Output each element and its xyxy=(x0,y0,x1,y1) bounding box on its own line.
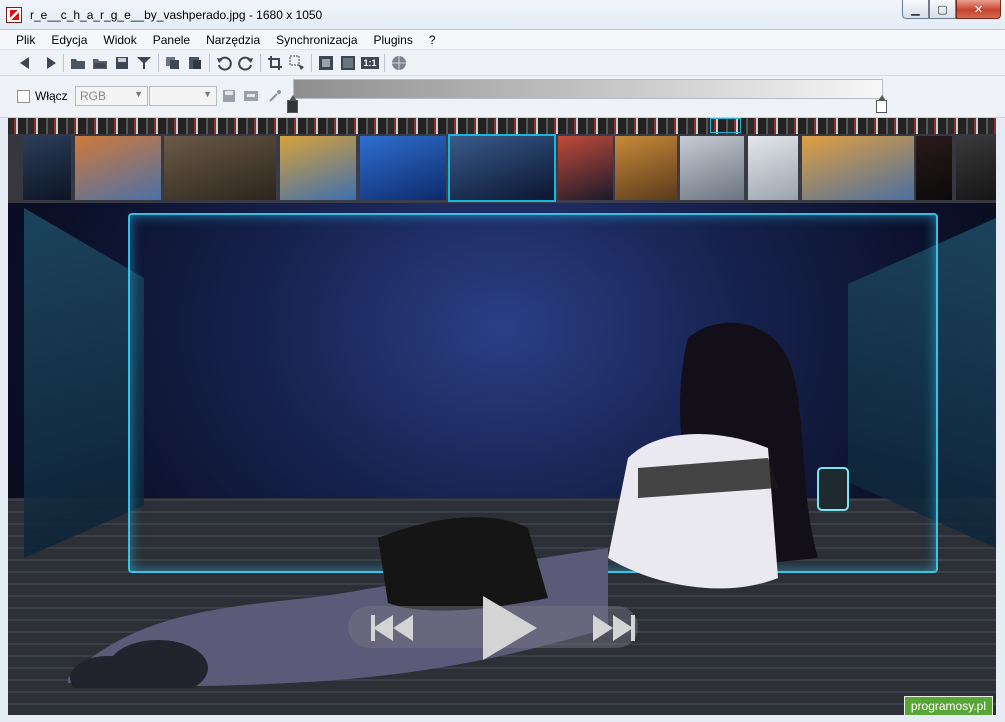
enable-checkbox[interactable] xyxy=(17,90,30,103)
menu-synchronizacja[interactable]: Synchronizacja xyxy=(268,30,365,49)
thumb-canyon[interactable] xyxy=(75,136,161,200)
crop-icon[interactable] xyxy=(264,52,286,74)
window-border-left xyxy=(0,118,8,722)
toolbar-separator xyxy=(209,53,210,72)
window-border-bottom xyxy=(0,715,1005,722)
menu-widok[interactable]: Widok xyxy=(95,30,144,49)
forward-arrow-icon[interactable] xyxy=(38,52,60,74)
toolbar-separator xyxy=(384,53,385,72)
rewind-icon[interactable] xyxy=(370,610,418,646)
menu-bar: Plik Edycja Widok Panele Narzędzia Synch… xyxy=(0,30,1005,50)
thumbnail-bar xyxy=(8,134,996,203)
image-girl-figure xyxy=(608,322,849,589)
fast-forward-icon[interactable] xyxy=(588,610,636,646)
levels-gradient-bar[interactable] xyxy=(293,79,883,99)
window-controls: ▁ ▢ ✕ xyxy=(902,0,1001,20)
filter-icon[interactable] xyxy=(133,52,155,74)
back-arrow-icon[interactable] xyxy=(16,52,38,74)
folder-icon[interactable] xyxy=(89,52,111,74)
eyedropper-icon[interactable] xyxy=(266,87,284,105)
image-left-console xyxy=(24,208,144,558)
thumb-dark-dragon[interactable] xyxy=(916,136,952,200)
app-icon[interactable] xyxy=(6,7,22,23)
toolbar-separator xyxy=(63,53,64,72)
adjustment-toolbar: Włącz RGB ▼ ▼ xyxy=(0,76,1005,118)
white-point-handle[interactable] xyxy=(876,95,887,113)
close-button[interactable]: ✕ xyxy=(956,0,1001,19)
thumb-castle[interactable] xyxy=(802,136,914,200)
minimize-button[interactable]: ▁ xyxy=(902,0,929,19)
preset-tool-icon[interactable] xyxy=(242,87,260,105)
actual-size-label: 1:1 xyxy=(361,56,379,69)
toolbar-separator xyxy=(260,53,261,72)
thumb-space-creature[interactable] xyxy=(23,136,71,200)
thumbnail-top-strip xyxy=(8,118,996,134)
thumb-puzzle[interactable] xyxy=(360,136,446,200)
window-border-right xyxy=(996,118,1005,722)
channel-select[interactable]: RGB ▼ xyxy=(75,86,148,106)
thumb-arches[interactable] xyxy=(280,136,356,200)
thumb-airship[interactable] xyxy=(680,136,744,200)
copy-icon[interactable] xyxy=(162,52,184,74)
secondary-select[interactable]: ▼ xyxy=(149,86,217,106)
fit-window-icon[interactable] xyxy=(315,52,337,74)
enable-label: Włącz xyxy=(35,89,68,103)
fullscreen-icon[interactable] xyxy=(337,52,359,74)
image-viewer[interactable] xyxy=(8,118,996,715)
play-icon[interactable] xyxy=(478,593,540,663)
paste-icon[interactable] xyxy=(184,52,206,74)
thumb-city-tower[interactable] xyxy=(558,136,613,200)
thumb-dragon[interactable] xyxy=(615,136,677,200)
thumb-ruins[interactable] xyxy=(164,136,276,200)
black-point-handle[interactable] xyxy=(287,95,298,113)
globe-icon[interactable] xyxy=(388,52,410,74)
save-icon[interactable] xyxy=(111,52,133,74)
menu-plik[interactable]: Plik xyxy=(8,30,43,49)
menu-help[interactable]: ? xyxy=(421,30,444,49)
menu-edycja[interactable]: Edycja xyxy=(43,30,95,49)
thumb-snow-scene[interactable] xyxy=(748,136,798,200)
watermark: programosy.pl xyxy=(903,696,993,716)
maximize-button[interactable]: ▢ xyxy=(929,0,956,19)
strip-selection-marker xyxy=(710,118,741,133)
open-folder-icon[interactable] xyxy=(67,52,89,74)
menu-narzedzia[interactable]: Narzędzia xyxy=(198,30,268,49)
thumb-recharge[interactable] xyxy=(448,134,556,202)
rotate-left-icon[interactable] xyxy=(213,52,235,74)
save-preset-icon[interactable] xyxy=(220,87,238,105)
channel-select-value: RGB xyxy=(80,89,107,103)
menu-panele[interactable]: Panele xyxy=(145,30,198,49)
main-toolbar: 1:1 xyxy=(0,50,1005,76)
chevron-down-icon: ▼ xyxy=(203,89,212,99)
actual-size-icon[interactable]: 1:1 xyxy=(359,52,381,74)
window-title: r_e__c_h_a_r_g_e__by_vashperado.jpg - 16… xyxy=(30,8,323,22)
thumb-dark-extra[interactable] xyxy=(956,136,996,200)
title-bar: r_e__c_h_a_r_g_e__by_vashperado.jpg - 16… xyxy=(0,0,1005,30)
chevron-down-icon: ▼ xyxy=(134,89,143,99)
toolbar-separator xyxy=(311,53,312,72)
zoom-select-icon[interactable] xyxy=(286,52,308,74)
menu-plugins[interactable]: Plugins xyxy=(366,30,421,49)
toolbar-separator xyxy=(158,53,159,72)
rotate-right-icon[interactable] xyxy=(235,52,257,74)
